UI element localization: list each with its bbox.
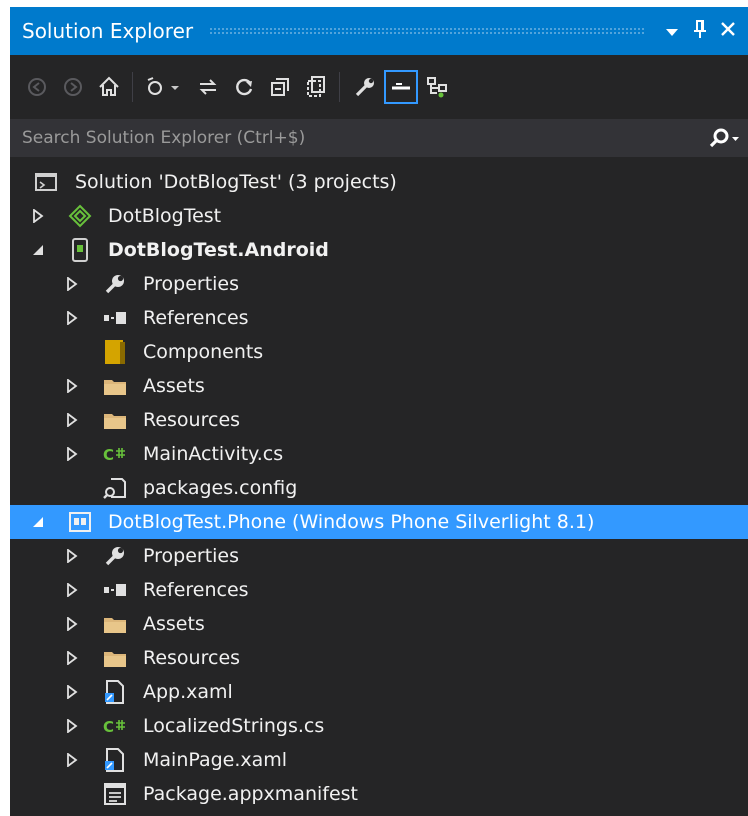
phone-project-icon [68,510,92,534]
references-icon [103,578,127,602]
tree-item-label: Assets [143,613,205,635]
tree-item[interactable]: Solution 'DotBlogTest' (3 projects) [10,165,748,199]
search-icon[interactable] [702,127,748,149]
tree-item-label: Properties [143,545,240,567]
folder-icon [103,646,127,670]
components-icon [103,340,127,364]
expand-arrow-icon[interactable] [64,650,80,666]
close-icon[interactable] [714,21,742,42]
tree-item[interactable]: References [10,573,748,607]
folder-icon [103,374,127,398]
tree-item-label: App.xaml [143,681,233,703]
tree-item-label: Package.appxmanifest [143,783,359,805]
tree-item-label: DotBlogTest [108,205,222,227]
dropdown-arrow-icon[interactable] [658,21,686,42]
xaml-file-icon [103,748,127,772]
tree-item-label: MainActivity.cs [143,443,284,465]
sync-icon[interactable] [191,70,225,104]
tree-item[interactable]: Properties [10,539,748,573]
switch-views-icon[interactable] [141,70,189,104]
tree-item-label: Components [143,341,264,363]
folder-icon [103,408,127,432]
tree-item[interactable]: Properties [10,267,748,301]
expand-arrow-icon[interactable] [64,412,80,428]
svg-text:C: C [103,446,114,462]
tree-item-label: References [143,307,249,329]
tree-item-label: Solution 'DotBlogTest' (3 projects) [75,171,397,193]
collapse-arrow-icon[interactable] [30,242,46,258]
tree-item[interactable]: App.xaml [10,675,748,709]
expand-arrow-icon[interactable] [64,276,80,292]
show-all-files-icon[interactable] [299,70,333,104]
tree-item[interactable]: C MainActivity.cs [10,437,748,471]
tree-item-label: DotBlogTest.Phone (Windows Phone Silverl… [108,511,595,533]
tree-item[interactable]: DotBlogTest.Android [10,233,748,267]
tree-item-label: LocalizedStrings.cs [143,715,325,737]
home-icon[interactable] [92,70,126,104]
panel-title: Solution Explorer [22,19,194,43]
title-bar[interactable]: Solution Explorer [10,7,748,55]
pending-changes-filter-icon[interactable] [384,70,418,104]
expand-arrow-icon[interactable] [64,446,80,462]
expand-arrow-icon[interactable] [64,378,80,394]
expand-arrow-icon[interactable] [64,582,80,598]
collapse-arrow-icon[interactable] [30,514,46,530]
csharp-file-icon: C [103,442,127,466]
toolbar-separator [339,72,340,102]
search-box [10,119,748,157]
tree-item[interactable]: Resources [10,403,748,437]
android-project-icon [68,238,92,262]
search-input[interactable] [10,127,702,149]
wrench-icon [103,272,127,296]
collapse-all-icon[interactable] [263,70,297,104]
tree-item[interactable]: Assets [10,369,748,403]
toolbar [10,63,748,111]
title-grip[interactable] [209,26,644,36]
folder-icon [103,612,127,636]
tree-item[interactable]: Package.appxmanifest [10,777,748,811]
solution-explorer-panel: Solution Explorer Search Solution Explor… [10,7,748,816]
tree-item-label: Resources [143,647,241,669]
tree-item-label: packages.config [143,477,298,499]
tree-item-label: Resources [143,409,241,431]
tree-item-label: MainPage.xaml [143,749,288,771]
tree-item[interactable]: MainPage.xaml [10,743,748,777]
back-icon[interactable] [20,70,54,104]
manifest-file-icon [103,782,127,806]
tree-item[interactable]: C LocalizedStrings.cs [10,709,748,743]
tree-item[interactable]: packages.config [10,471,748,505]
expand-arrow-icon[interactable] [64,752,80,768]
tree-item-label: References [143,579,249,601]
tree-item[interactable]: DotBlogTest.Phone (Windows Phone Silverl… [10,505,748,539]
solution-icon [34,170,58,194]
refresh-icon[interactable] [227,70,261,104]
expand-arrow-icon[interactable] [64,684,80,700]
config-file-icon [103,476,127,500]
csharp-file-icon: C [103,714,127,738]
expand-arrow-icon[interactable] [64,718,80,734]
tree-item-label: DotBlogTest.Android [108,239,329,261]
expand-arrow-icon[interactable] [64,310,80,326]
preview-selected-items-icon[interactable] [420,70,454,104]
expand-arrow-icon[interactable] [30,208,46,224]
tree-item-label: Properties [143,273,240,295]
forward-icon[interactable] [56,70,90,104]
svg-text:C: C [103,718,114,734]
tree-item[interactable]: Assets [10,607,748,641]
xaml-file-icon [103,680,127,704]
pin-icon[interactable] [686,19,714,44]
properties-icon[interactable] [348,70,382,104]
tree-item[interactable]: DotBlogTest [10,199,748,233]
tree-item[interactable]: References [10,301,748,335]
expand-arrow-icon[interactable] [64,548,80,564]
shared-project-icon [68,204,92,228]
toolbar-separator [132,72,133,102]
references-icon [103,306,127,330]
wrench-icon [103,544,127,568]
tree-item-label: Assets [143,375,205,397]
tree-item[interactable]: Components [10,335,748,369]
tree-item[interactable]: Resources [10,641,748,675]
expand-arrow-icon[interactable] [64,616,80,632]
